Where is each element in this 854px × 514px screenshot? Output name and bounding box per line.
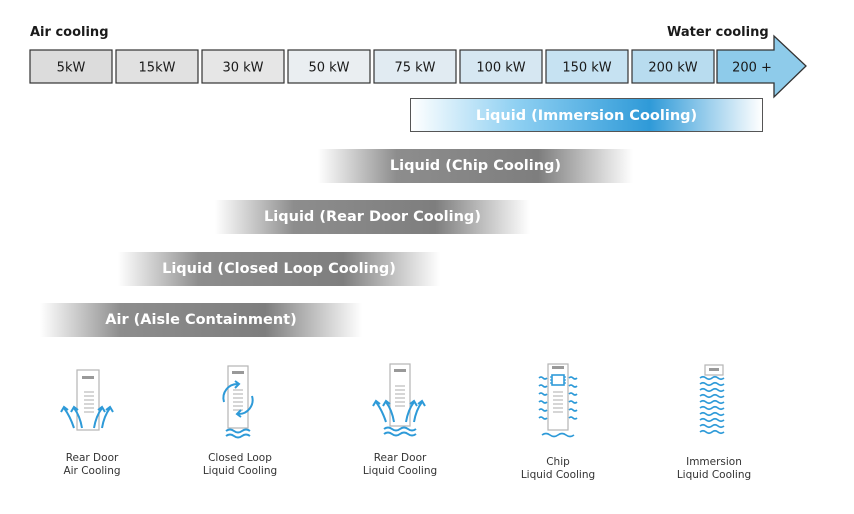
rear-door-liquid-cooling-caption: Rear Door Liquid Cooling [325, 452, 475, 478]
icon-caption-line1: Chip [546, 456, 570, 468]
rear-door-air-cooling-icon [60, 369, 114, 431]
immersion-liquid-cooling-icon [699, 364, 725, 435]
scale-segment-label: 150 kW [562, 61, 611, 76]
icon-caption-line2: Liquid Cooling [520, 469, 596, 481]
scale-segment-label: 15kW [139, 61, 176, 76]
scale-segment-label: 50 kW [308, 61, 349, 76]
icon-caption-line1: Rear Door [373, 452, 427, 464]
chip-liquid-cooling-icon [538, 363, 578, 438]
scale-segment-label: 200 kW [648, 61, 697, 76]
scale-segment-label: 30 kW [222, 61, 263, 76]
band-immersion-cooling: Liquid (Immersion Cooling) [410, 98, 763, 132]
scale-segment-label: 75 kW [394, 61, 435, 76]
band-rear-door-cooling: Liquid (Rear Door Cooling) [215, 200, 530, 234]
icon-caption-line1: Rear Door [65, 452, 119, 464]
power-scale: 5kW 15kW 30 kW 50 kW 75 kW 100 kW 150 kW 200 kW… [29, 34, 807, 99]
icon-caption-line2: Liquid Cooling [676, 469, 752, 481]
scale-segment-label: 100 kW [476, 61, 525, 76]
rear-door-liquid-cooling-icon [372, 363, 426, 437]
icon-caption-line1: Immersion [686, 456, 742, 468]
band-closed-loop-cooling: Liquid (Closed Loop Cooling) [118, 252, 440, 286]
icon-caption-line1: Closed Loop [208, 452, 272, 464]
scale-segment-label: 5kW [57, 61, 86, 76]
band-chip-cooling: Liquid (Chip Cooling) [318, 149, 633, 183]
immersion-liquid-cooling-caption: Immersion Liquid Cooling [639, 456, 789, 482]
closed-loop-liquid-cooling-icon [222, 365, 254, 439]
icon-caption-line2: Liquid Cooling [202, 465, 278, 477]
rear-door-air-cooling-caption: Rear Door Air Cooling [17, 452, 167, 478]
scale-segment-label: 200 + [732, 61, 772, 76]
icon-caption-line2: Air Cooling [63, 465, 121, 477]
closed-loop-liquid-cooling-caption: Closed Loop Liquid Cooling [165, 452, 315, 478]
icon-caption-line2: Liquid Cooling [362, 465, 438, 477]
band-aisle-containment: Air (Aisle Containment) [40, 303, 362, 337]
chip-liquid-cooling-caption: Chip Liquid Cooling [483, 456, 633, 482]
